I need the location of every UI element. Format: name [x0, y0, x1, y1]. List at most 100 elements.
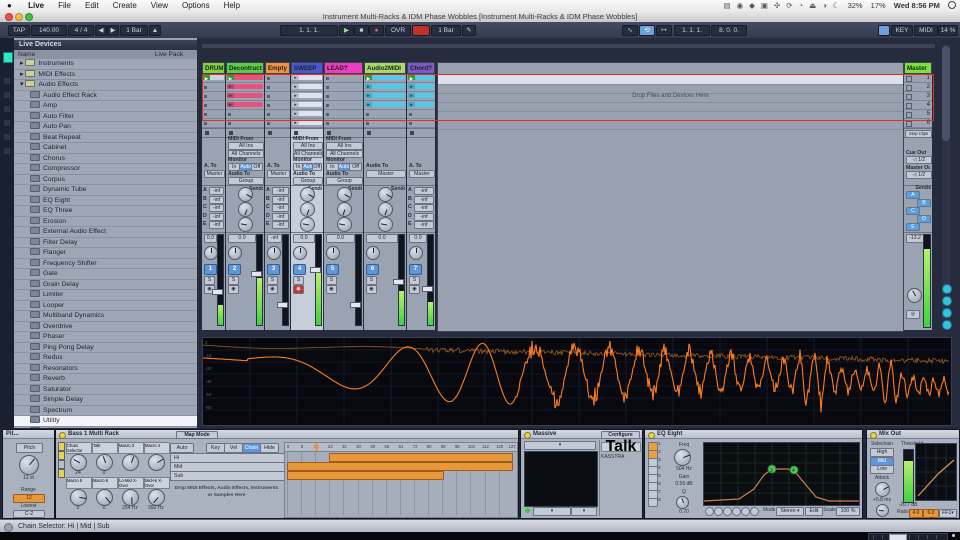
browser-item-reverb[interactable]: Reverb	[14, 374, 197, 385]
master-send-D[interactable]: D	[917, 215, 931, 223]
clip-slot[interactable]: ▸	[291, 83, 323, 92]
audio-to-input[interactable]: Master	[267, 170, 290, 178]
track-header[interactable]: Decontruct	[226, 62, 264, 74]
clip-slot[interactable]: ▶	[407, 74, 435, 83]
clip[interactable]: ▸	[292, 84, 322, 89]
volume-value[interactable]: 0.0	[204, 234, 217, 243]
fader-cap[interactable]	[212, 289, 223, 295]
clip-slot[interactable]	[324, 92, 363, 101]
volume-value[interactable]: -inf	[267, 234, 282, 243]
macro-knob-3[interactable]	[122, 454, 139, 471]
clip-slot[interactable]	[202, 119, 225, 128]
send-knob-C[interactable]	[238, 217, 253, 232]
audio-to-input[interactable]: Group	[228, 177, 264, 185]
mixout-power-icon[interactable]	[870, 432, 877, 439]
mixer-toggle-4[interactable]	[942, 320, 952, 330]
zone-marker[interactable]	[315, 443, 318, 451]
tab-chain[interactable]: Chain	[242, 443, 261, 453]
clip-slot[interactable]	[407, 110, 435, 119]
midi-from-input[interactable]: All Ins	[228, 142, 264, 150]
macro-knob-4[interactable]	[148, 454, 165, 471]
q-knob[interactable]	[676, 496, 689, 509]
contrast-icon[interactable]: ◑	[822, 1, 827, 10]
browser-item-simple-delay[interactable]: Simple Delay	[14, 395, 197, 406]
zone-bar-hi[interactable]	[329, 453, 513, 462]
attack-knob[interactable]	[875, 482, 890, 497]
volume-value[interactable]: 0.0	[326, 234, 355, 243]
browser-item-midi-effects[interactable]: ▸ MIDI Effects	[14, 70, 197, 81]
device-title[interactable]: EQ Eight	[645, 430, 862, 439]
clip[interactable]: ▶	[408, 75, 434, 80]
chain-row-sub[interactable]: Sub	[170, 471, 285, 481]
clip-slot[interactable]	[202, 92, 225, 101]
macro-knob-6[interactable]	[96, 489, 113, 506]
browser-item-flanger[interactable]: Flanger	[14, 248, 197, 259]
pan-knob[interactable]	[228, 246, 242, 260]
clip-slot[interactable]	[324, 83, 363, 92]
clip-slot[interactable]: ▸	[364, 83, 406, 92]
browser-item-grain-delay[interactable]: Grain Delay	[14, 280, 197, 291]
sync-icon[interactable]: ⟳	[786, 1, 792, 10]
clip[interactable]: ▶	[227, 75, 263, 80]
clip-slot[interactable]	[265, 119, 290, 128]
browser-item-auto-filter[interactable]: Auto Filter	[14, 112, 197, 123]
clip-slot[interactable]	[202, 83, 225, 92]
scene-launch-button[interactable]	[906, 112, 912, 118]
clip-slot[interactable]	[407, 119, 435, 128]
clip-slot[interactable]: ▸	[407, 83, 435, 92]
fader-cap[interactable]	[251, 271, 262, 277]
clip-slot[interactable]	[226, 110, 264, 119]
menu-edit[interactable]: Edit	[78, 0, 106, 11]
track-activator[interactable]: 1	[204, 264, 217, 275]
eq-band-shape-button[interactable]	[705, 507, 714, 516]
loop-button[interactable]: ⟲	[639, 25, 655, 36]
clip-slot[interactable]: ▸	[291, 92, 323, 101]
device-title[interactable]: Mix Out	[867, 430, 959, 439]
clip-slot[interactable]	[364, 110, 406, 119]
solo-button[interactable]: S	[366, 276, 377, 285]
spaces-icon[interactable]: ◆	[749, 1, 755, 10]
send-knob-B[interactable]	[378, 202, 393, 217]
clip-slot[interactable]: ▸	[407, 92, 435, 101]
pan-knob[interactable]	[204, 246, 218, 260]
nudge-up-button[interactable]: ▶	[107, 25, 119, 36]
key-map-button[interactable]: KEY	[891, 25, 913, 36]
macro-knob-5[interactable]	[70, 489, 87, 506]
model-select[interactable]: FF1▾	[939, 509, 957, 518]
scene-launch-button[interactable]	[906, 76, 912, 82]
clip-overview-minimap[interactable]	[868, 533, 948, 540]
clip[interactable]: ▸	[227, 102, 263, 107]
eq-band-toggle-8[interactable]	[648, 498, 658, 507]
fader-cap[interactable]	[277, 302, 288, 308]
audio-to-input[interactable]: Master	[204, 170, 225, 178]
midi-from-input[interactable]: All Ins	[293, 142, 323, 150]
browser-item-filter-delay[interactable]: Filter Delay	[14, 238, 197, 249]
pitch-knob[interactable]	[19, 455, 39, 475]
macro-knob-1[interactable]	[70, 454, 87, 471]
clip[interactable]: ▸	[365, 84, 405, 89]
clip[interactable]: ▸	[408, 93, 434, 98]
send-knob-B[interactable]	[337, 202, 352, 217]
audio-to-input[interactable]: Group	[326, 177, 363, 185]
eq8-power-icon[interactable]	[648, 432, 655, 439]
record-button[interactable]: ●	[369, 25, 384, 36]
clip[interactable]: ▸	[292, 75, 322, 80]
volume-value[interactable]: 0.0	[228, 234, 256, 243]
midi-map-indicator[interactable]	[878, 25, 890, 36]
track-header[interactable]: Empty	[265, 62, 290, 74]
browser-item-overdrive[interactable]: Overdrive	[14, 322, 197, 333]
clip-slot[interactable]	[364, 119, 406, 128]
clip[interactable]: ▸	[227, 84, 263, 89]
send-knob-B[interactable]	[300, 202, 315, 217]
scene-launch-button[interactable]	[906, 121, 912, 127]
minimap-viewport[interactable]	[889, 534, 907, 540]
arm-button[interactable]: ◉	[326, 285, 337, 294]
clip-slot[interactable]: ▸	[226, 83, 264, 92]
scene-launch-button[interactable]	[906, 103, 912, 109]
send-amount-A[interactable]: -inf	[272, 187, 289, 195]
record-quantize-menu[interactable]: 1 Bar	[431, 25, 461, 36]
clip-slot[interactable]	[324, 74, 363, 83]
scene-slot-1[interactable]: 1	[904, 74, 932, 83]
zone-bar-mid[interactable]	[287, 462, 513, 471]
band-button-high[interactable]: High	[870, 448, 894, 457]
